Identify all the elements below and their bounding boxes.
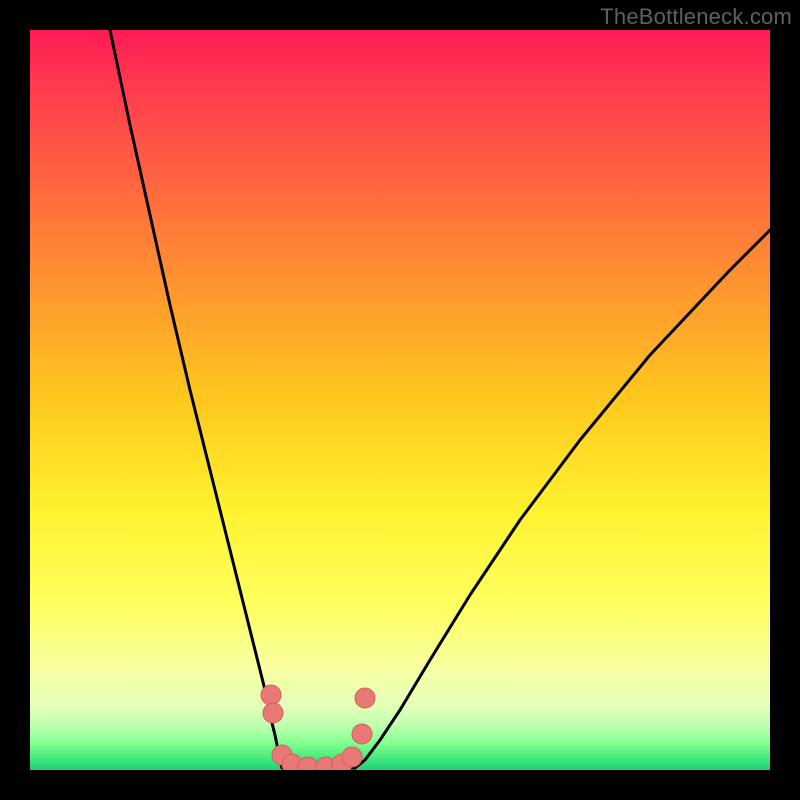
outer-frame: TheBottleneck.com [0,0,800,800]
valley-markers [261,685,375,770]
watermark-text: TheBottleneck.com [600,4,792,30]
plot-area [30,30,770,770]
curve-svg [30,30,770,770]
bottleneck-curve [110,30,770,770]
